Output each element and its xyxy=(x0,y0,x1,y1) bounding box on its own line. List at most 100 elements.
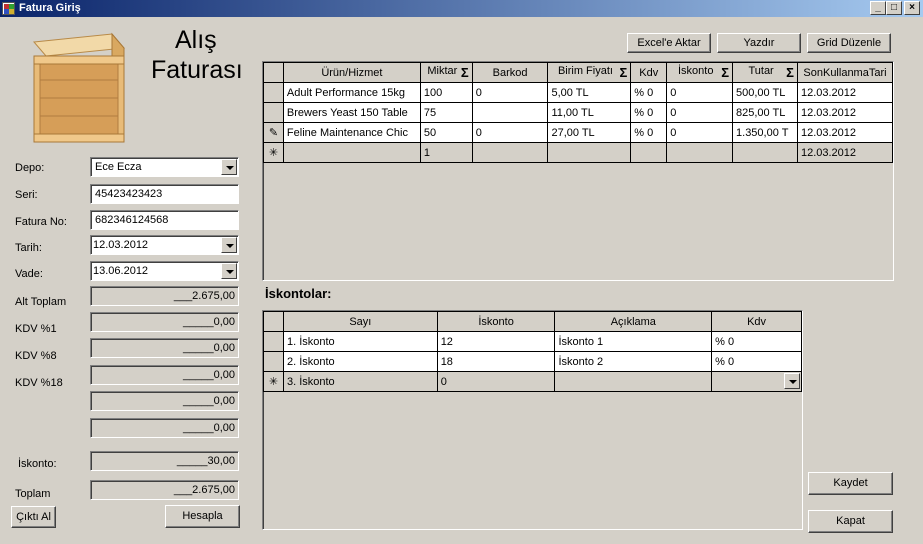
col-header-barkod[interactable]: Barkod xyxy=(471,62,549,83)
grid-edit-button[interactable]: Grid Düzenle xyxy=(807,33,891,53)
cell-miktar[interactable]: 100 xyxy=(419,82,473,103)
table-row[interactable]: Brewers Yeast 150 Table 75 11,00 TL % 0 … xyxy=(263,102,894,123)
col-header-iskonto[interactable]: İskonto xyxy=(436,311,556,332)
minimize-button[interactable]: _ xyxy=(870,1,886,15)
cell-kdv[interactable]: % 0 xyxy=(711,351,802,372)
depo-label: Depo: xyxy=(15,162,45,174)
iskonto-value: _____30,00 xyxy=(90,451,239,471)
row-header[interactable] xyxy=(263,102,284,123)
cell-fiyat[interactable]: 27,00 TL xyxy=(547,122,632,143)
cell-tutar[interactable]: 825,00 TL xyxy=(732,102,798,123)
cell-urun[interactable]: Adult Performance 15kg xyxy=(282,82,421,103)
cell-urun[interactable] xyxy=(282,142,421,163)
cell-iskonto[interactable]: 0 xyxy=(436,371,556,392)
cell-iskonto[interactable]: 12 xyxy=(436,331,556,352)
col-header-tutar[interactable]: Tutar Σ xyxy=(732,62,798,83)
discounts-grid[interactable]: Sayı İskonto Açıklama Kdv 1. İskonto 12 … xyxy=(262,310,803,530)
row-header[interactable] xyxy=(263,331,284,352)
cell-iskonto[interactable]: 18 xyxy=(436,351,556,372)
table-row[interactable]: Adult Performance 15kg 100 0 5,00 TL % 0… xyxy=(263,82,894,103)
close-button[interactable]: × xyxy=(904,1,920,15)
col-header-sayi[interactable]: Sayı xyxy=(282,311,438,332)
sum-icon: Σ xyxy=(460,65,469,80)
cell-barkod[interactable] xyxy=(471,102,549,123)
cell-urun[interactable]: Feline Maintenance Chic xyxy=(282,122,421,143)
products-table: Ürün/Hizmet Miktar Σ Barkod Birim Fiyatı Σ… xyxy=(263,62,894,163)
cell-barkod[interactable]: 0 xyxy=(471,82,549,103)
kdv-dropdown[interactable] xyxy=(711,371,802,392)
cell-fiyat[interactable]: 5,00 TL xyxy=(547,82,632,103)
cell-iskonto[interactable]: 0 xyxy=(666,122,734,143)
row-header[interactable] xyxy=(263,351,284,372)
kdv8-label: KDV %8 xyxy=(15,350,57,362)
edit-pencil-icon[interactable]: ✎ xyxy=(263,122,284,143)
cell-kdv[interactable]: % 0 xyxy=(630,82,668,103)
new-row[interactable]: ✳ 3. İskonto 0 xyxy=(263,371,802,392)
col-header-urun[interactable]: Ürün/Hizmet xyxy=(282,62,421,83)
col-header-aciklama[interactable]: Açıklama xyxy=(554,311,713,332)
cell-skt[interactable]: 12.03.2012 xyxy=(796,82,894,103)
col-header-miktar[interactable]: Miktar Σ xyxy=(419,62,473,83)
print-button[interactable]: Yazdır xyxy=(717,33,801,53)
maximize-button[interactable]: □ xyxy=(886,1,902,15)
new-row-asterisk-icon[interactable]: ✳ xyxy=(263,371,284,392)
chevron-down-icon[interactable] xyxy=(221,263,237,279)
table-row[interactable]: 2. İskonto 18 İskonto 2 % 0 xyxy=(263,351,802,372)
print-output-button[interactable]: Çıktı Al xyxy=(11,506,56,528)
cell-fiyat[interactable]: 11,00 TL xyxy=(547,102,632,123)
tarih-datepicker[interactable]: 12.03.2012 xyxy=(90,235,239,255)
cell-barkod[interactable]: 0 xyxy=(471,122,549,143)
cell-fiyat[interactable] xyxy=(547,142,632,163)
cell-aciklama[interactable]: İskonto 1 xyxy=(554,331,713,352)
fatura-no-field[interactable]: 682346124568 xyxy=(90,210,239,230)
row-header-corner xyxy=(263,311,284,332)
cell-miktar[interactable]: 1 xyxy=(419,142,473,163)
row-header[interactable] xyxy=(263,82,284,103)
table-row[interactable]: ✎ Feline Maintenance Chic 50 0 27,00 TL … xyxy=(263,122,894,143)
products-grid[interactable]: Ürün/Hizmet Miktar Σ Barkod Birim Fiyatı Σ… xyxy=(262,61,894,281)
save-button[interactable]: Kaydet xyxy=(808,472,893,495)
cell-aciklama[interactable]: İskonto 2 xyxy=(554,351,713,372)
cell-miktar[interactable]: 75 xyxy=(419,102,473,123)
seri-field[interactable]: 45423423423 xyxy=(90,184,239,204)
iskonto-label: İskonto: xyxy=(18,458,57,470)
cell-sayi[interactable]: 2. İskonto xyxy=(282,351,438,372)
chevron-down-icon[interactable] xyxy=(784,373,800,389)
cell-tutar[interactable]: 500,00 TL xyxy=(732,82,798,103)
new-row[interactable]: ✳ 1 12.03.2012 xyxy=(263,142,894,163)
cell-kdv[interactable]: % 0 xyxy=(630,122,668,143)
cell-iskonto[interactable]: 0 xyxy=(666,82,734,103)
table-row[interactable]: 1. İskonto 12 İskonto 1 % 0 xyxy=(263,331,802,352)
cell-tutar[interactable]: 1.350,00 T xyxy=(732,122,798,143)
cell-sayi[interactable]: 1. İskonto xyxy=(282,331,438,352)
col-header-kdv[interactable]: Kdv xyxy=(630,62,668,83)
cell-skt[interactable]: 12.03.2012 xyxy=(796,142,894,163)
col-header-kdv[interactable]: Kdv xyxy=(711,311,802,332)
fatura-no-label: Fatura No: xyxy=(15,216,67,228)
chevron-down-icon[interactable] xyxy=(221,237,237,253)
cell-iskonto[interactable] xyxy=(666,142,734,163)
chevron-down-icon[interactable] xyxy=(221,159,237,175)
cell-sayi[interactable]: 3. İskonto xyxy=(282,371,438,392)
cell-kdv[interactable]: % 0 xyxy=(630,102,668,123)
cell-iskonto[interactable]: 0 xyxy=(666,102,734,123)
cell-skt[interactable]: 12.03.2012 xyxy=(796,102,894,123)
col-header-skt[interactable]: SonKullanmaTari xyxy=(796,62,894,83)
calculate-button[interactable]: Hesapla xyxy=(165,505,240,528)
col-header-iskonto[interactable]: İskonto Σ xyxy=(666,62,734,83)
cell-kdv[interactable] xyxy=(630,142,668,163)
tarih-label: Tarih: xyxy=(15,242,42,254)
cell-kdv[interactable]: % 0 xyxy=(711,331,802,352)
close-form-button[interactable]: Kapat xyxy=(808,510,893,533)
cell-tutar[interactable] xyxy=(732,142,798,163)
new-row-asterisk-icon[interactable]: ✳ xyxy=(263,142,284,163)
cell-skt[interactable]: 12.03.2012 xyxy=(796,122,894,143)
cell-aciklama[interactable] xyxy=(554,371,713,392)
vade-datepicker[interactable]: 13.06.2012 xyxy=(90,261,239,281)
cell-urun[interactable]: Brewers Yeast 150 Table xyxy=(282,102,421,123)
depo-select[interactable]: Ece Ecza xyxy=(90,157,239,177)
excel-export-button[interactable]: Excel'e Aktar xyxy=(627,33,711,53)
cell-miktar[interactable]: 50 xyxy=(419,122,473,143)
cell-barkod[interactable] xyxy=(471,142,549,163)
col-header-fiyat[interactable]: Birim Fiyatı Σ xyxy=(547,62,632,83)
